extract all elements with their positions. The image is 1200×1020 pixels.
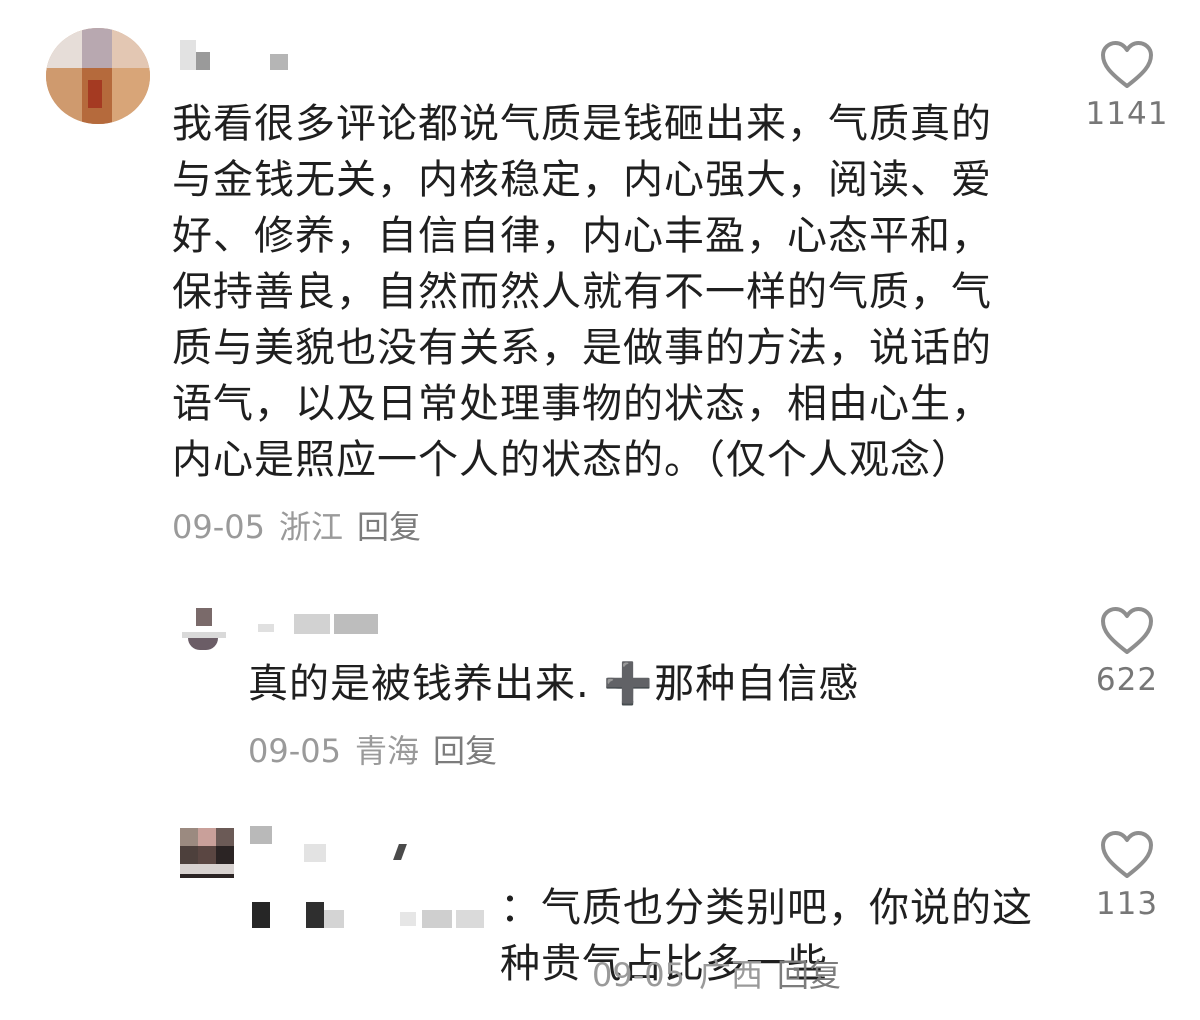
reply-button[interactable]: 回复: [357, 508, 421, 546]
avatar[interactable]: [176, 608, 232, 652]
like-button[interactable]: 622: [1082, 606, 1172, 698]
comment-date: 09-05: [172, 508, 265, 546]
heart-outline-icon: [1101, 41, 1153, 88]
comment-date: 09-05: [248, 732, 341, 770]
comment-meta: 09-05 青海 回复: [248, 726, 511, 772]
reply-button[interactable]: 回复: [433, 732, 497, 770]
like-button[interactable]: 113: [1082, 830, 1172, 922]
avatar[interactable]: [180, 828, 234, 880]
heart-outline-icon: [1101, 607, 1153, 654]
heart-outline-icon: [1101, 831, 1153, 878]
comment-location: 青海: [354, 732, 419, 770]
comment-text: 真的是被钱养出来. ➕那种自信感: [248, 661, 860, 707]
mention-redacted[interactable]: [250, 898, 520, 934]
username-redacted[interactable]: [252, 610, 392, 636]
comment-date: 09-05: [592, 956, 685, 994]
comment-location: 浙江: [278, 508, 343, 546]
like-count: 622: [1095, 662, 1159, 698]
comment-location: 广西: [698, 956, 763, 994]
avatar[interactable]: [46, 28, 150, 124]
username-redacted[interactable]: [250, 826, 420, 866]
comment-meta: 09-05 浙江 回复: [172, 502, 435, 548]
like-count: 113: [1095, 886, 1159, 922]
like-count: 1141: [1085, 96, 1169, 132]
comment-meta: 09-05 广西 回复: [592, 950, 855, 996]
comment-text: 我看很多评论都说气质是钱砸出来，气质真的与金钱无关，内核稳定，内心强大，阅读、爱…: [172, 101, 992, 483]
username-redacted[interactable]: [180, 40, 300, 72]
like-button[interactable]: 1141: [1082, 40, 1172, 132]
reply-button[interactable]: 回复: [777, 956, 841, 994]
